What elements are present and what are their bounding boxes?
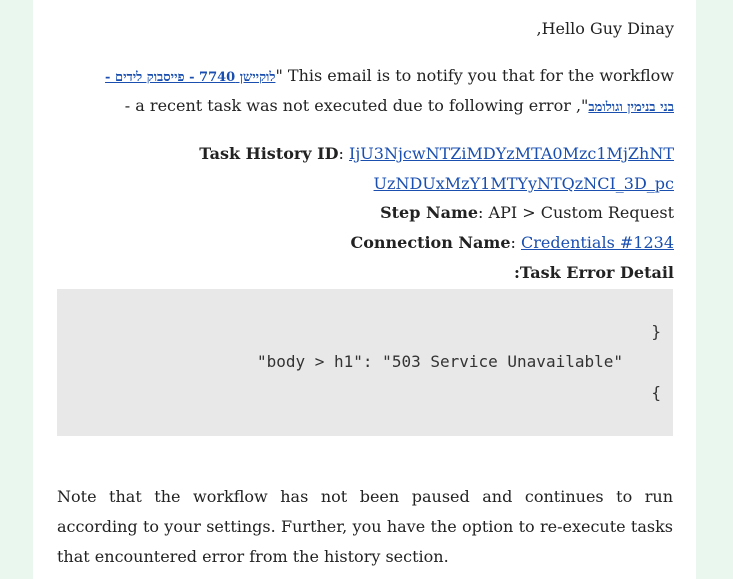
intro-line-2: בני בנימין וגולומב", a recent task was n… <box>57 96 674 118</box>
intro-line-1: This email is to notify you that for the… <box>57 66 674 88</box>
step-name-row: Step Name: API > Custom Request <box>380 203 674 222</box>
connection-name-row: Connection Name: Credentials #1234 <box>350 233 674 252</box>
task-history-row-2: UzNDUxMzY1MTYyNTQzNCI_3D_pc <box>57 174 674 194</box>
task-history-label: Task History ID <box>199 144 339 163</box>
connection-link[interactable]: Credentials #1234 <box>521 233 674 252</box>
workflow-link[interactable]: לוקיישן 7740 - פייסבוק לידים - <box>105 70 275 85</box>
step-name-label: Step Name <box>380 203 479 222</box>
greeting: Hello Guy Dinay, <box>536 19 674 38</box>
connection-name-label: Connection Name <box>350 233 511 252</box>
code-line-body: "body > h1": "503 Service Unavailable" <box>256 352 623 371</box>
task-history-row: Task History ID: IjU3NjcwNTZiMDYzMTA0Mzc… <box>199 144 674 163</box>
step-name-value: API > Custom Request <box>488 203 674 222</box>
footer-paragraph: Note that the workflow has not been paus… <box>57 487 673 566</box>
task-error-detail-label: Task Error Detail: <box>513 263 674 282</box>
task-history-link-continued[interactable]: UzNDUxMzY1MTYyNTQzNCI_3D_pc <box>374 174 674 193</box>
task-history-link[interactable]: IjU3NjcwNTZiMDYzMTA0Mzc1MjZhNT <box>349 144 674 163</box>
email-body: Hello Guy Dinay, This email is to notify… <box>33 0 696 579</box>
task-error-detail-row: Task Error Detail: <box>57 263 674 283</box>
code-line-open-brace: } <box>651 322 661 341</box>
code-line-close-brace: { <box>651 383 661 402</box>
intro-text-1: This email is to notify you that for the… <box>275 66 674 85</box>
intro-text-2: ", a recent task was not executed due to… <box>124 96 589 115</box>
workflow-link-continued[interactable]: בני בנימין וגולומב <box>588 100 674 115</box>
error-code-block: } "body > h1": "503 Service Unavailable"… <box>57 289 673 436</box>
